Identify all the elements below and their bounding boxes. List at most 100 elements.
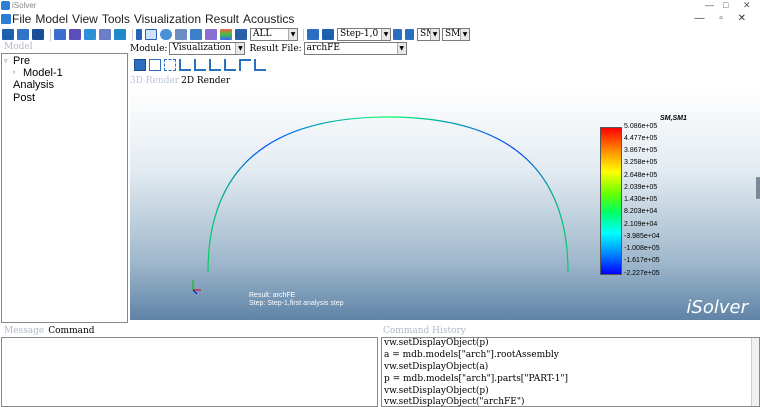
step-icon[interactable] [114,29,126,40]
minimize-button[interactable]: — [705,0,714,11]
legend-value: -1.008e+05 [624,245,660,252]
legend-value: -1.617e+05 [624,257,660,264]
legend-value: 2.109e+04 [624,221,658,228]
title-bar: iSolver — □ ✕ [0,0,760,11]
play-back-icon[interactable] [393,29,402,40]
render-viewport[interactable]: Result: archFE Step: Step-1,first analys… [130,87,760,320]
command-history-panel[interactable]: vw.setDisplayObject(p) a = mdb.models["a… [381,337,760,407]
history-scrollbar[interactable] [751,338,759,406]
menu-visualization[interactable]: Visualization [134,11,205,27]
rotate-icon[interactable] [149,59,161,71]
part-cube-icon[interactable] [54,29,66,40]
first-frame-icon[interactable] [307,29,319,40]
menu-view[interactable]: View [72,11,102,27]
command-input-area[interactable] [1,337,378,407]
model-panel-label: Model [4,42,33,52]
tab-3d-render[interactable]: 3D Render [130,76,179,86]
legend-title: SM,SM1 [660,115,687,122]
legend-value: 2.648e+05 [624,172,658,179]
axis-triad [192,280,201,295]
legend-value: 3.867e+05 [624,147,658,154]
toolbar-separator [303,28,304,41]
layer-icon[interactable] [235,29,247,40]
chevron-down-icon: ▼ [460,29,469,40]
open-folder-icon[interactable] [17,29,29,40]
render-mode-icon[interactable] [145,29,157,40]
tab-message[interactable]: Message [4,326,44,336]
assembly-cube-icon[interactable] [69,29,81,40]
legend-value: 4.477e+05 [624,135,658,142]
tab-command[interactable]: Command [48,326,94,336]
expand-icon[interactable]: › [13,69,15,76]
command-history-label: Command History [383,326,466,336]
viewport-scroll-handle[interactable] [756,177,760,199]
main-toolbar: ALL ▼ Step-1,0 ▼ SM ▼ SM1 ▼ [0,27,760,42]
mesh-cube-icon[interactable] [84,29,96,40]
legend-value: 5.086e+05 [624,123,658,130]
display-icon[interactable] [175,29,187,40]
app-logo-icon [1,14,11,24]
legend-value: 2.039e+05 [624,184,658,191]
view-toolbar [134,58,269,72]
play-forward-icon[interactable] [405,29,414,40]
module-label: Module: [130,43,168,54]
tree-item-post[interactable]: Post [13,92,35,105]
component-select[interactable]: SM1 ▼ [442,28,470,41]
legend-value: -3.985e+04 [624,233,660,240]
close-button[interactable]: ✕ [743,0,751,11]
menu-file[interactable]: File [12,11,35,27]
module-select[interactable]: Visualization ▼ [169,42,246,55]
list-icon[interactable] [136,29,142,40]
render-tabs: 3D Render 2D Render [130,76,230,86]
menu-result[interactable]: Result [205,11,243,27]
view-left-icon[interactable] [239,59,251,71]
contour-icon[interactable] [205,29,217,40]
sphere-icon[interactable] [160,29,172,40]
view-bottom-icon[interactable] [224,59,236,71]
color-map-icon[interactable] [220,29,232,40]
toolbar-separator [132,28,133,41]
filter-select[interactable]: ALL ▼ [250,28,298,41]
module-row: Module: Visualization ▼ Result File: arch… [130,42,409,55]
prev-frame-icon[interactable] [322,29,334,40]
save-icon[interactable] [32,29,44,40]
variable-select[interactable]: SM ▼ [417,28,440,41]
app-icon [1,1,10,10]
view-top-icon[interactable] [209,59,221,71]
menu-tools[interactable]: Tools [102,11,134,27]
pan-icon[interactable] [134,59,146,71]
menu-model[interactable]: Model [35,11,72,27]
result-file-select[interactable]: archFE ▼ [303,42,407,55]
fit-view-icon[interactable] [164,59,176,71]
menu-acoustics[interactable]: Acoustics [243,11,298,27]
legend-color-bar [600,127,622,275]
view-back-icon[interactable] [194,59,206,71]
tab-2d-render[interactable]: 2D Render [181,76,230,86]
legend-value: 1.430e+05 [624,196,658,203]
collapse-icon[interactable]: ▿ [4,57,8,65]
history-line: p = mdb.models["arch"].parts["PART-1"] [384,374,569,384]
legend-value: -2.227e+05 [624,270,660,277]
view-front-icon[interactable] [179,59,191,71]
legend-value: 8.203e+04 [624,208,658,215]
history-line: vw.setDisplayObject("archFE") [384,397,525,407]
new-file-icon[interactable] [2,29,14,40]
image-icon[interactable] [190,29,202,40]
menu-bar: File Model View Tools Visualization Resu… [0,11,760,27]
window-title: iSolver [12,1,37,10]
chevron-down-icon: ▼ [381,29,390,40]
tree-item-analysis[interactable]: Analysis [13,79,54,92]
property-icon[interactable] [99,29,111,40]
history-line: vw.setDisplayObject(p) [384,338,489,348]
view-right-icon[interactable] [254,59,266,71]
step-info-text: Step: Step-1,first analysis step [249,300,344,307]
chevron-down-icon: ▼ [396,43,406,54]
chevron-down-icon: ▼ [430,29,439,40]
message-tabs: Message Command [4,326,95,336]
maximize-button[interactable]: □ [723,0,728,11]
mdi-window-controls[interactable]: — ▫ ✕ [695,13,752,24]
brand-watermark: iSolver [686,297,748,318]
result-name-text: Result: archFE [249,292,296,299]
step-select[interactable]: Step-1,0 ▼ [337,28,391,41]
arch-curve [207,116,569,273]
